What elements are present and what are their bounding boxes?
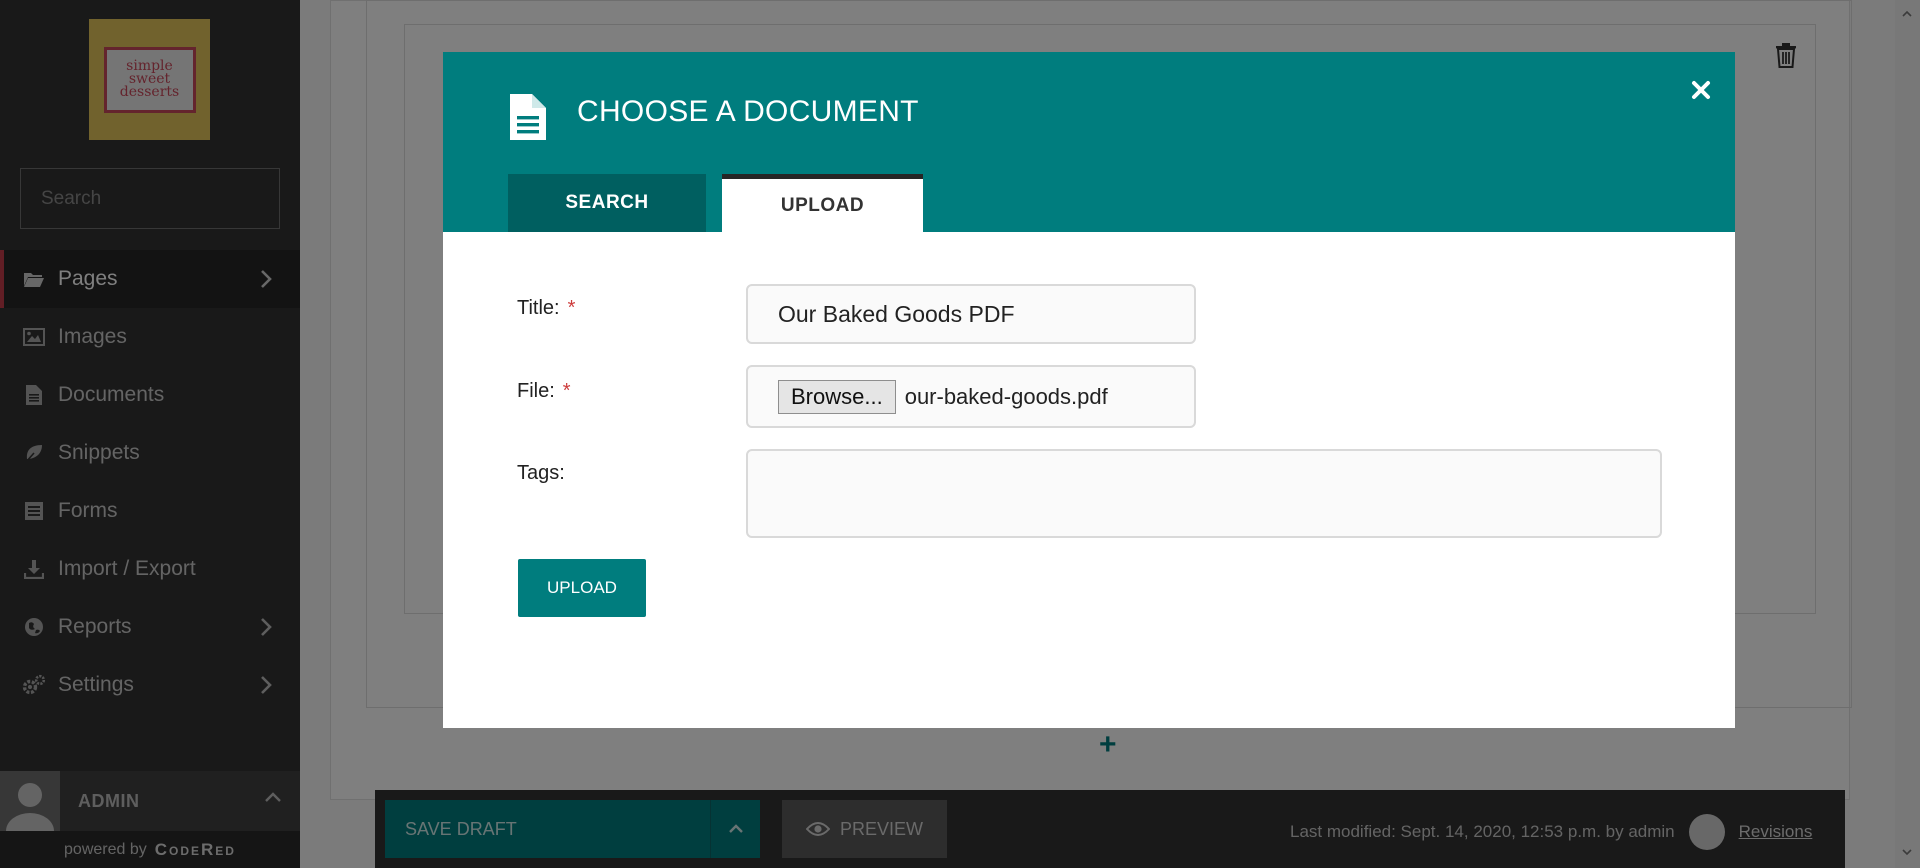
close-icon[interactable] bbox=[1689, 78, 1713, 102]
modal-header: CHOOSE A DOCUMENT SEARCH UPLOAD bbox=[443, 52, 1735, 232]
tab-upload[interactable]: UPLOAD bbox=[722, 174, 923, 232]
tags-input[interactable] bbox=[746, 449, 1662, 538]
title-field-wrapper bbox=[746, 284, 1196, 344]
file-label-text: File: bbox=[517, 380, 555, 402]
tags-label: Tags: bbox=[517, 462, 565, 485]
title-label: Title: * bbox=[517, 297, 575, 320]
modal-title: CHOOSE A DOCUMENT bbox=[577, 95, 919, 128]
file-field: Browse... our-baked-goods.pdf bbox=[746, 365, 1196, 428]
file-label: File: * bbox=[517, 380, 571, 403]
title-input[interactable] bbox=[778, 300, 1178, 328]
choose-document-modal: CHOOSE A DOCUMENT SEARCH UPLOAD Title: * … bbox=[443, 52, 1735, 728]
upload-button[interactable]: UPLOAD bbox=[518, 559, 646, 617]
tags-label-text: Tags: bbox=[517, 462, 565, 484]
browse-button[interactable]: Browse... bbox=[778, 379, 896, 414]
required-marker: * bbox=[562, 380, 571, 402]
document-icon bbox=[510, 94, 546, 140]
title-label-text: Title: bbox=[517, 297, 560, 319]
selected-file-name: our-baked-goods.pdf bbox=[904, 383, 1108, 409]
tab-search[interactable]: SEARCH bbox=[508, 174, 706, 232]
required-marker: * bbox=[567, 297, 576, 319]
